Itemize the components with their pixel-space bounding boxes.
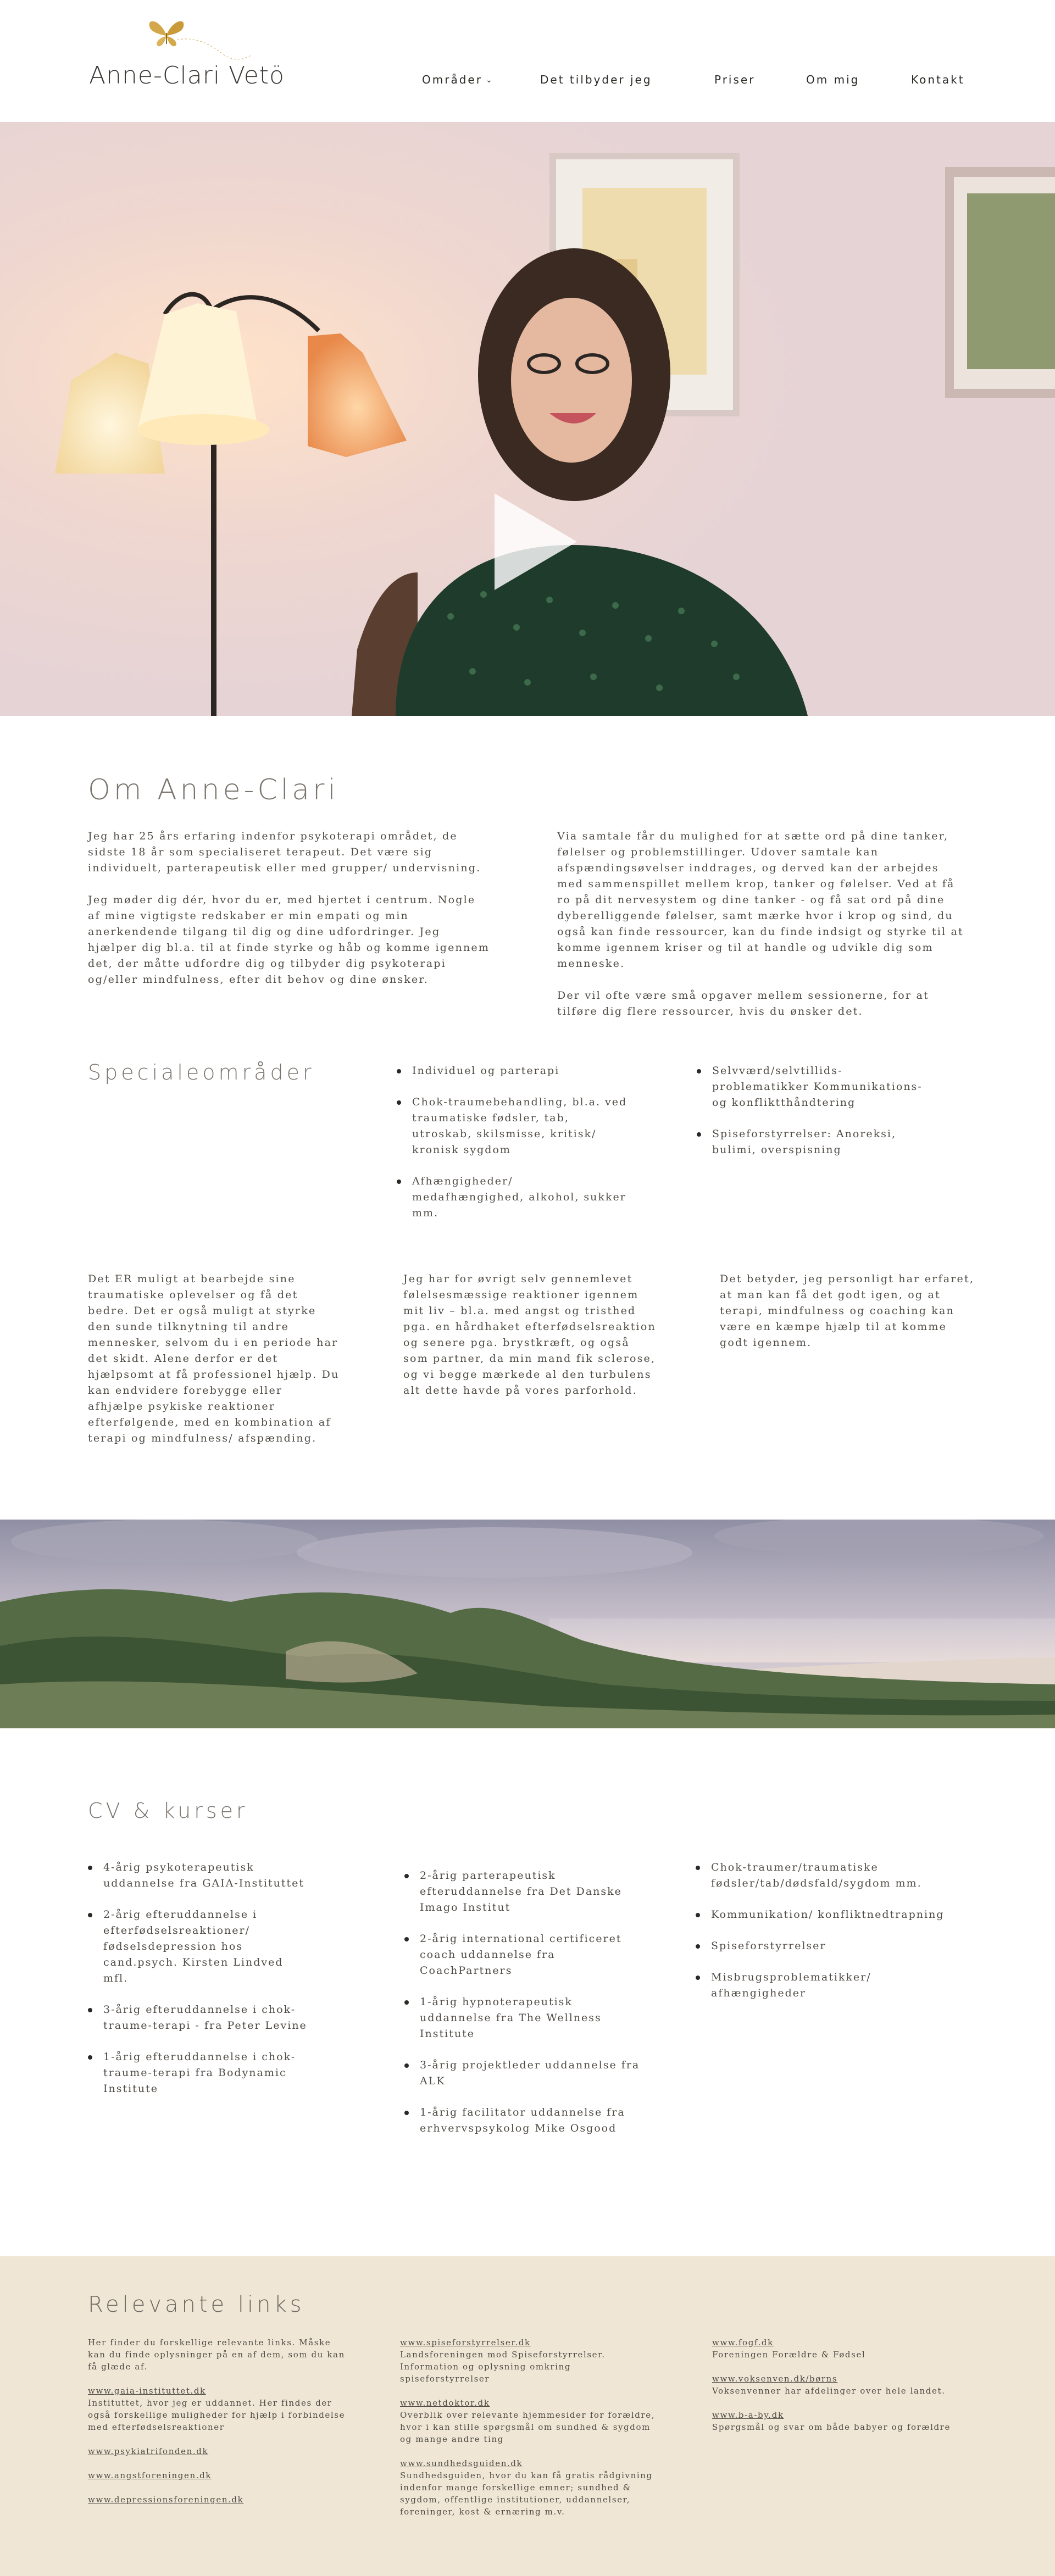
- links-column-2: www.spiseforstyrrelser.dk Landsforeninge…: [400, 2336, 664, 2530]
- list-item: Spiseforstyrrelser: Anoreksi, bulimi, ov…: [697, 1126, 933, 1158]
- link-voksenven[interactable]: www.voksenven.dk/børns: [712, 2373, 976, 2385]
- special-text-3: Det betyder, jeg personligt har erfaret,…: [720, 1273, 975, 1349]
- links-column-1: Her finder du forskellige relevante link…: [88, 2336, 346, 2506]
- cv-list-2: 2-årig parterapeutisk efteruddannelse fr…: [404, 1868, 646, 2152]
- list-item: Spiseforstyrrelser: [696, 1938, 954, 1954]
- nav-item-priser[interactable]: Priser: [714, 73, 755, 86]
- list-item: Chok-traumer/traumatiske fødsler/tab/død…: [696, 1860, 954, 1891]
- special-list-1: Individuel og parterapi Chok-traumebehan…: [397, 1063, 628, 1237]
- list-item: 2-årig parterapeutisk efteruddannelse fr…: [404, 1868, 646, 1916]
- links-intro: Her finder du forskellige relevante link…: [88, 2338, 345, 2372]
- cv-title: CV & kurser: [88, 1799, 248, 1823]
- list-item: 2-årig efteruddannelse i efterfødselsrea…: [88, 1907, 308, 1987]
- cv-list-3: Chok-traumer/traumatiske fødsler/tab/død…: [696, 1860, 954, 2017]
- beach-dunes-image: [0, 1520, 1055, 1728]
- list-item: Afhængigheder/ medafhængighed, alkohol, …: [397, 1173, 628, 1221]
- list-item: 1-årig efteruddannelse i chok-traume-ter…: [88, 2049, 308, 2097]
- play-icon[interactable]: [495, 493, 577, 590]
- link-description: Instituttet, hvor jeg er uddannet. Her f…: [88, 2398, 346, 2432]
- link-description: Foreningen Forældre & Fødsel: [712, 2350, 866, 2360]
- site-name: Anne-Clari Vetö: [89, 62, 285, 90]
- site-header: Anne-Clari Vetö Områder ⌄ Det tilbyder je…: [0, 0, 1055, 122]
- link-description: Sundhedsguiden, hvor du kan få gratis rå…: [400, 2471, 653, 2517]
- link-description: Spørgsmål og svar om både babyer og foræ…: [712, 2422, 951, 2432]
- nav-label: Områder: [422, 73, 482, 86]
- list-item: Kommunikation/ konfliktnedtrapning: [696, 1907, 954, 1923]
- list-item: Individuel og parterapi: [397, 1063, 628, 1079]
- links-column-3: www.fogf.dk Foreningen Forældre & Fødsel…: [712, 2336, 976, 2445]
- about-paragraph: Jeg har 25 års erfaring indenfor psykote…: [88, 830, 481, 874]
- special-title: Specialeområder: [88, 1060, 315, 1084]
- about-paragraph: Via samtale får du mulighed for at sætte…: [557, 830, 964, 970]
- link-description: Overblik over relevante hjemmesider for …: [400, 2410, 656, 2444]
- about-paragraph: Jeg møder dig dér, hvor du er, med hjert…: [88, 894, 490, 986]
- list-item: 1-årig hypnoterapeutisk uddannelse fra T…: [404, 1994, 646, 2042]
- special-text-2: Jeg har for øvrigt selv gennemlevet føle…: [403, 1273, 656, 1397]
- list-item: Misbrugsproblematikker/ afhængigheder: [696, 1969, 954, 2001]
- link-description: Voksenvenner har afdelinger over hele la…: [712, 2386, 946, 2396]
- cv-list-1: 4-årig psykoterapeutisk uddannelse fra G…: [88, 1860, 308, 2112]
- hero-image: [0, 122, 1055, 716]
- link-description: Landsforeningen mod Spiseforstyrrelser. …: [400, 2350, 606, 2384]
- list-item: Selvværd/selvtillids-problematikker Komm…: [697, 1063, 933, 1111]
- site-logo[interactable]: Anne-Clari Vetö: [89, 16, 287, 99]
- nav-item-kontakt[interactable]: Kontakt: [911, 73, 965, 86]
- link-netdoktor[interactable]: www.netdoktor.dk: [400, 2397, 664, 2409]
- link-angstforeningen[interactable]: www.angstforeningen.dk: [88, 2469, 346, 2482]
- list-item: Chok-traumebehandling, bl.a. ved traumat…: [397, 1094, 628, 1158]
- nav-item-det-tilbyder-jeg[interactable]: Det tilbyder jeg: [540, 73, 652, 86]
- link-spiseforstyrrelser[interactable]: www.spiseforstyrrelser.dk: [400, 2336, 664, 2349]
- hero-video[interactable]: [0, 122, 1055, 716]
- nav-item-om-mig[interactable]: Om mig: [806, 73, 859, 86]
- chevron-down-icon: ⌄: [485, 76, 494, 85]
- list-item: 3-årig efteruddannelse i chok-traume-ter…: [88, 2002, 308, 2034]
- link-fogf[interactable]: www.fogf.dk: [712, 2336, 976, 2349]
- link-sundhedsguiden[interactable]: www.sundhedsguiden.dk: [400, 2457, 664, 2469]
- main-nav: Områder ⌄ Det tilbyder jeg Priser Om mig …: [422, 73, 971, 95]
- list-item: 4-årig psykoterapeutisk uddannelse fra G…: [88, 1860, 308, 1891]
- logo-swirl-decoration: [173, 38, 252, 60]
- about-text-right: Via samtale får du mulighed for at sætte…: [557, 828, 966, 1036]
- list-item: 1-årig facilitator uddannelse fra erhver…: [404, 2105, 646, 2137]
- about-paragraph: Der vil ofte være små opgaver mellem ses…: [557, 989, 929, 1017]
- about-title: Om Anne-Clari: [88, 774, 339, 806]
- link-depressionsforeningen[interactable]: www.depressionsforeningen.dk: [88, 2494, 346, 2506]
- special-list-2: Selvværd/selvtillids-problematikker Komm…: [697, 1063, 933, 1173]
- list-item: 3-årig projektleder uddannelse fra ALK: [404, 2057, 646, 2089]
- link-baby[interactable]: www.b-a-by.dk: [712, 2409, 976, 2421]
- about-text-left: Jeg har 25 års erfaring indenfor psykote…: [88, 828, 490, 1004]
- link-gaia[interactable]: www.gaia-instituttet.dk: [88, 2385, 346, 2397]
- link-psykiatrifonden[interactable]: www.psykiatrifonden.dk: [88, 2445, 346, 2457]
- special-text-1: Det ER muligt at bearbejde sine traumati…: [88, 1273, 340, 1444]
- list-item: 2-årig international certificeret coach …: [404, 1931, 646, 1979]
- links-title: Relevante links: [88, 2292, 305, 2317]
- dunes-illustration: [0, 1520, 1055, 1728]
- nav-item-omraader[interactable]: Områder ⌄: [422, 73, 494, 86]
